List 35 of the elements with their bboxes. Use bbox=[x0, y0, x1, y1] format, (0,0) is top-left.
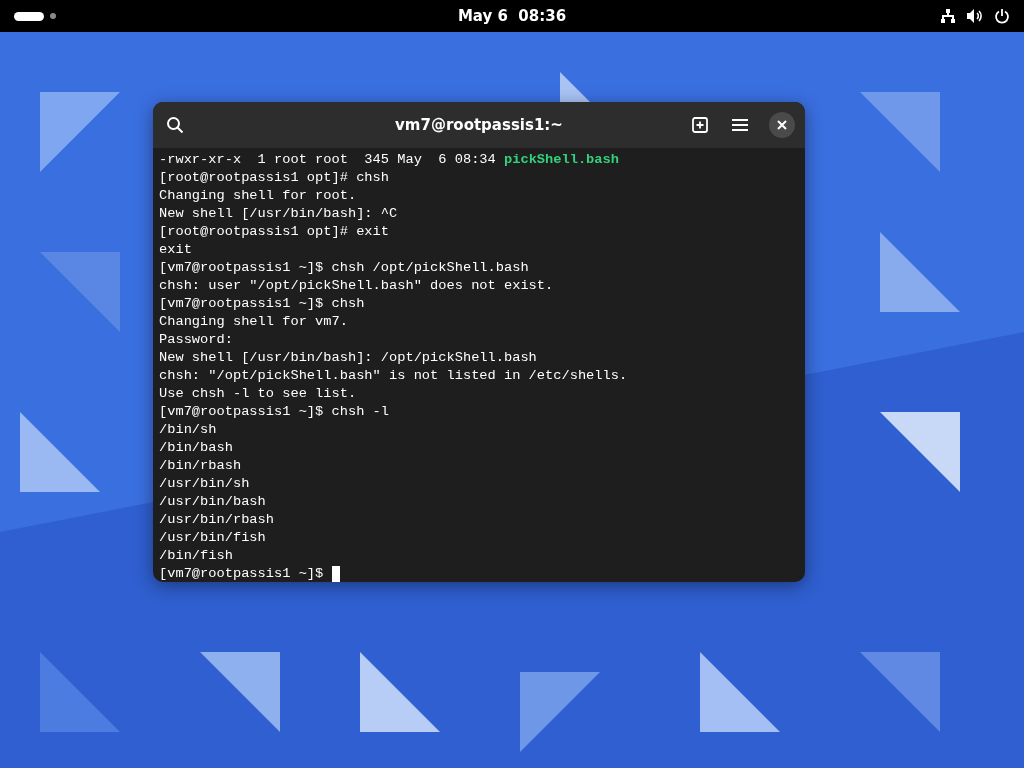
network-icon[interactable] bbox=[940, 8, 956, 24]
terminal-line: /bin/sh bbox=[159, 421, 218, 439]
terminal-line: /usr/bin/bash bbox=[159, 493, 267, 511]
terminal-line: New shell [/usr/bin/bash]: /opt/pickShell.bash bbox=[159, 349, 538, 367]
terminal-line: exit bbox=[159, 241, 193, 259]
terminal-line: /bin/rbash bbox=[159, 457, 243, 475]
terminal-line: [vm7@rootpassis1 ~]$ chsh -l bbox=[159, 403, 390, 421]
terminal-line: Changing shell for vm7. bbox=[159, 313, 349, 331]
window-title: vm7@rootpassis1:~ bbox=[395, 116, 563, 134]
terminal-line: /usr/bin/fish bbox=[159, 529, 267, 547]
plus-square-icon bbox=[692, 117, 708, 133]
terminal-line: chsh: user "/opt/pickShell.bash" does not exist. bbox=[159, 277, 555, 295]
power-icon[interactable] bbox=[994, 8, 1010, 24]
menu-icon bbox=[732, 118, 748, 132]
terminal-line: Password: bbox=[159, 331, 234, 349]
terminal-line: [root@rootpassis1 opt]# exit bbox=[159, 223, 390, 241]
terminal-line: /bin/fish bbox=[159, 547, 234, 565]
terminal-line: /usr/bin/rbash bbox=[159, 511, 275, 529]
terminal-line: Use chsh -l to see list. bbox=[159, 385, 358, 403]
terminal-line: Changing shell for root. bbox=[159, 187, 358, 205]
clock[interactable]: May 6 08:36 bbox=[457, 7, 567, 25]
terminal-line: /usr/bin/sh bbox=[159, 475, 251, 493]
search-icon bbox=[166, 116, 184, 134]
terminal-line: -rwxr-xr-x 1 root root 345 May 6 08:34 pickShell.bash bbox=[159, 151, 620, 169]
terminal-line: /bin/bash bbox=[159, 439, 234, 457]
close-icon bbox=[777, 120, 787, 130]
terminal-line: [root@rootpassis1 opt]# chsh bbox=[159, 169, 390, 187]
terminal-line: [vm7@rootpassis1 ~]$ chsh /opt/pickShell.bash bbox=[159, 259, 530, 277]
terminal-line: chsh: "/opt/pickShell.bash" is not listed in /etc/shells. bbox=[159, 367, 629, 385]
terminal-line: [vm7@rootpassis1 ~]$ chsh bbox=[159, 295, 366, 313]
close-button[interactable] bbox=[769, 112, 795, 138]
volume-icon[interactable] bbox=[966, 8, 984, 24]
workspace-indicator[interactable] bbox=[14, 11, 44, 21]
terminal-line: [vm7@rootpassis1 ~]$ bbox=[159, 565, 799, 582]
terminal-line: New shell [/usr/bin/bash]: ^C bbox=[159, 205, 399, 223]
